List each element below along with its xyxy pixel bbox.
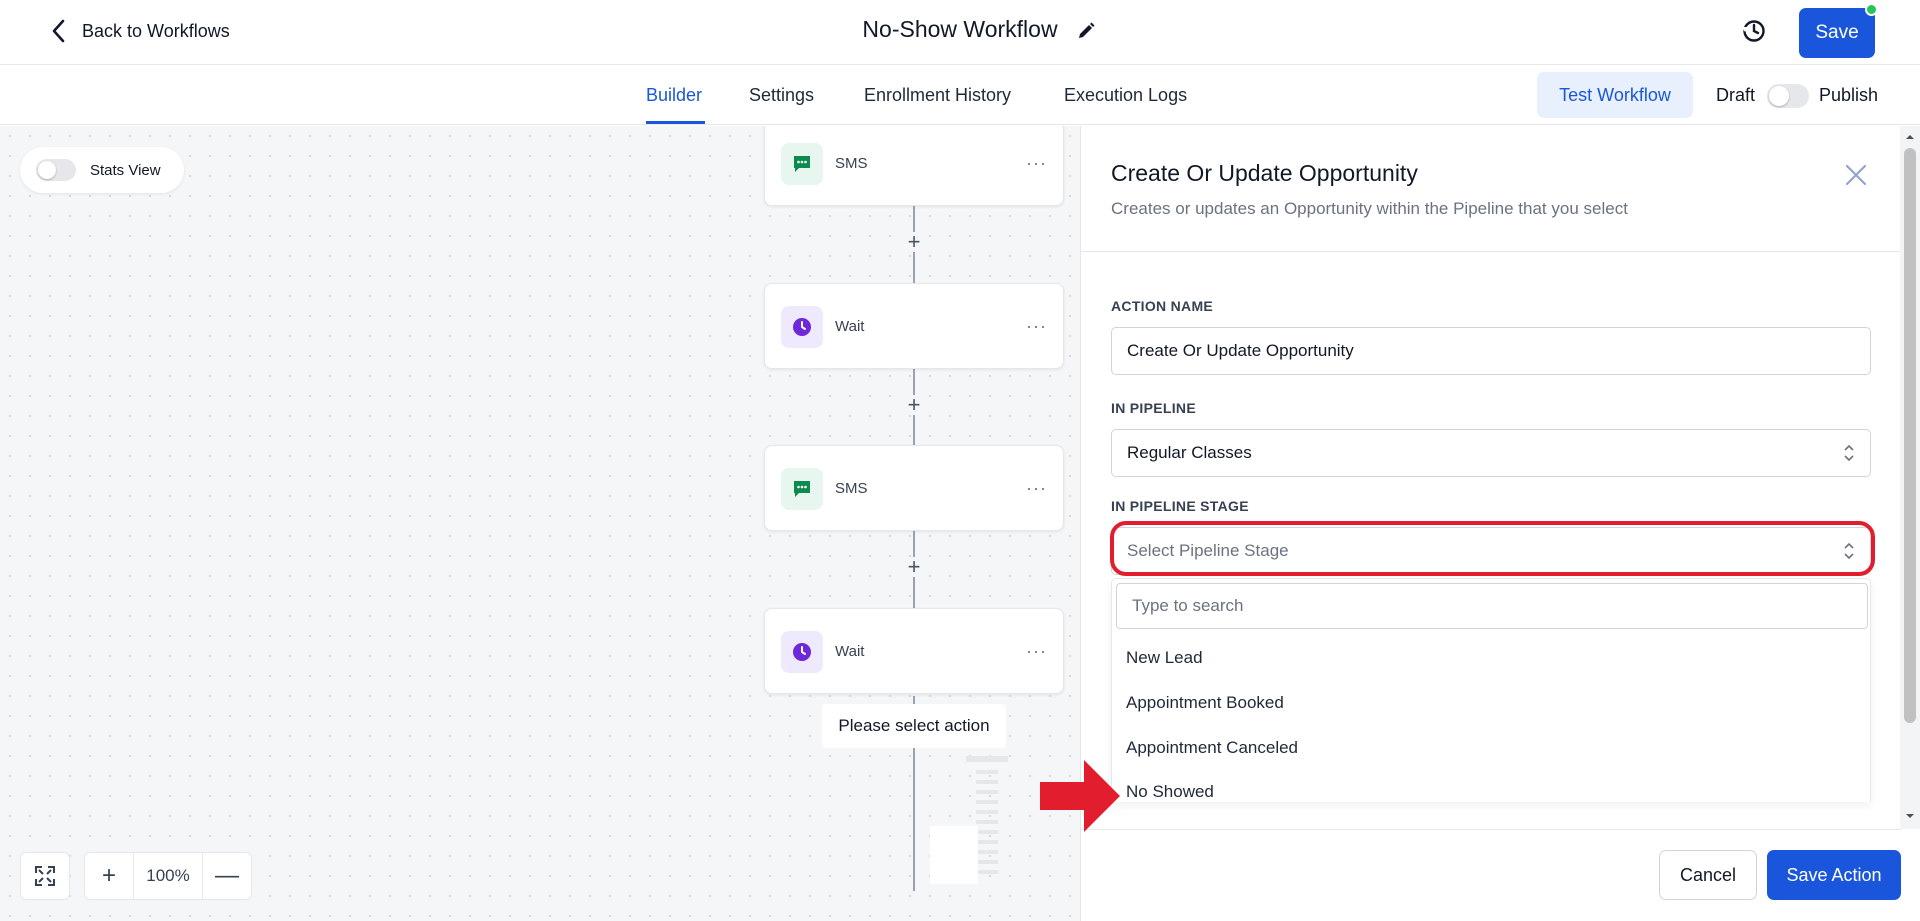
- scroll-down-icon[interactable]: [1905, 811, 1915, 821]
- stage-search-input[interactable]: Type to search: [1116, 583, 1868, 629]
- node-label: Wait: [835, 318, 865, 335]
- node-label: Wait: [835, 643, 865, 660]
- more-options-icon[interactable]: ···: [1026, 316, 1047, 337]
- pipeline-stage-placeholder: Select Pipeline Stage: [1127, 541, 1289, 560]
- panel-subtitle: Creates or updates an Opportunity within…: [1111, 199, 1628, 218]
- tab-enrollment-history[interactable]: Enrollment History: [864, 85, 1011, 106]
- more-options-icon[interactable]: ···: [1026, 641, 1047, 662]
- action-name-value: Create Or Update Opportunity: [1127, 341, 1354, 360]
- pipeline-select[interactable]: Regular Classes: [1111, 429, 1871, 477]
- scroll-up-icon[interactable]: [1905, 132, 1915, 142]
- zoom-level: 100%: [133, 853, 203, 899]
- test-workflow-button[interactable]: Test Workflow: [1537, 72, 1693, 118]
- pipeline-stage-select[interactable]: Select Pipeline Stage: [1111, 527, 1871, 575]
- node-label: SMS: [835, 155, 868, 172]
- workflow-node-sms[interactable]: SMS ···: [764, 445, 1064, 531]
- select-action-placeholder[interactable]: Please select action: [822, 704, 1006, 748]
- action-name-input[interactable]: Create Or Update Opportunity: [1111, 327, 1871, 375]
- tab-bar: Builder Settings Enrollment History Exec…: [0, 65, 1920, 125]
- top-bar: Back to Workflows No-Show Workflow Save: [0, 0, 1920, 65]
- pipeline-stage-label: IN PIPELINE STAGE: [1111, 498, 1249, 514]
- zoom-in-button[interactable]: +: [85, 853, 133, 899]
- stage-option-appointment-booked[interactable]: Appointment Booked: [1112, 682, 1870, 724]
- more-options-icon[interactable]: ···: [1026, 478, 1047, 499]
- stage-option-no-showed[interactable]: No Showed: [1112, 771, 1870, 802]
- draft-label: Draft: [1716, 85, 1756, 105]
- unsaved-status-dot: [1865, 3, 1878, 16]
- close-icon[interactable]: [1843, 162, 1869, 188]
- publish-label: Publish: [1819, 85, 1879, 105]
- fit-view-control: [20, 852, 70, 900]
- zoom-out-button[interactable]: —: [203, 853, 251, 899]
- workflow-canvas[interactable]: Stats View + + + SMS ··· Wait ··· SMS ··…: [0, 126, 1080, 921]
- select-caret-icon: [1844, 542, 1854, 560]
- panel-scrollbar[interactable]: [1900, 126, 1920, 829]
- workflow-node-wait[interactable]: Wait ···: [764, 608, 1064, 694]
- cancel-button[interactable]: Cancel: [1659, 850, 1757, 900]
- save-button[interactable]: Save: [1799, 8, 1875, 58]
- panel-divider: [1081, 251, 1901, 252]
- clock-icon: [781, 631, 823, 673]
- add-step-button[interactable]: +: [904, 231, 924, 253]
- save-action-button[interactable]: Save Action: [1767, 850, 1901, 900]
- stats-view-toggle[interactable]: [36, 159, 76, 181]
- stats-view-switch: Stats View: [20, 147, 184, 193]
- pipeline-label: IN PIPELINE: [1111, 400, 1196, 416]
- workflow-node-wait[interactable]: Wait ···: [764, 283, 1064, 369]
- workflow-title[interactable]: No-Show Workflow: [862, 16, 1057, 42]
- toggle-knob: [1769, 86, 1789, 106]
- zoom-control-group: + 100% —: [84, 852, 252, 900]
- add-step-button[interactable]: +: [904, 556, 924, 578]
- publish-toggle[interactable]: [1767, 84, 1809, 108]
- back-label: Back to Workflows: [82, 20, 230, 41]
- minimap[interactable]: [920, 756, 1020, 921]
- history-icon[interactable]: [1740, 17, 1768, 45]
- more-options-icon[interactable]: ···: [1026, 153, 1047, 174]
- pipeline-stage-dropdown: Type to search New Lead Appointment Book…: [1111, 578, 1871, 802]
- tab-execution-logs[interactable]: Execution Logs: [1064, 85, 1187, 106]
- toggle-knob: [38, 161, 56, 179]
- panel-title: Create Or Update Opportunity: [1111, 160, 1418, 186]
- action-name-label: ACTION NAME: [1111, 298, 1214, 314]
- pencil-icon[interactable]: [1075, 20, 1097, 42]
- clock-icon: [781, 306, 823, 348]
- message-icon: [781, 468, 823, 510]
- chevron-left-icon: [52, 19, 65, 43]
- stage-option-new-lead[interactable]: New Lead: [1112, 637, 1870, 679]
- action-config-panel: Create Or Update Opportunity Creates or …: [1080, 126, 1901, 921]
- pipeline-value: Regular Classes: [1127, 443, 1252, 462]
- add-step-button[interactable]: +: [904, 394, 924, 416]
- back-to-workflows-link[interactable]: Back to Workflows: [48, 18, 230, 44]
- tab-builder[interactable]: Builder: [646, 85, 702, 106]
- stage-option-appointment-canceled[interactable]: Appointment Canceled: [1112, 727, 1870, 769]
- fullscreen-icon[interactable]: [21, 853, 69, 899]
- stats-view-label: Stats View: [90, 161, 161, 179]
- scrollbar-thumb[interactable]: [1904, 148, 1916, 723]
- workflow-node-sms[interactable]: SMS ···: [764, 126, 1064, 206]
- message-icon: [781, 143, 823, 185]
- panel-footer: Cancel Save Action: [1081, 829, 1901, 921]
- zoom-controls: + 100% —: [20, 852, 252, 900]
- active-tab-indicator: [646, 121, 705, 124]
- select-caret-icon: [1844, 444, 1854, 462]
- node-label: SMS: [835, 480, 868, 497]
- tab-settings[interactable]: Settings: [749, 85, 814, 106]
